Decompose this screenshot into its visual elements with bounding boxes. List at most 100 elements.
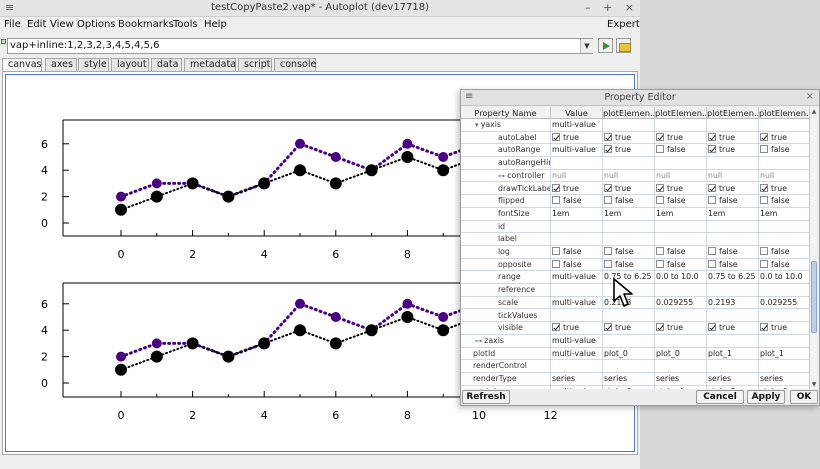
property-value-cell[interactable]: series	[759, 373, 811, 386]
checkbox[interactable]	[552, 247, 560, 255]
property-value-cell[interactable]: multi-value	[551, 119, 603, 132]
checkbox[interactable]	[656, 196, 664, 205]
checkbox[interactable]	[604, 259, 612, 268]
property-row[interactable]: ⊶ controller null null null null null	[461, 169, 811, 183]
checkbox[interactable]	[760, 145, 768, 154]
play-icon[interactable]	[598, 38, 613, 53]
checkbox[interactable]	[708, 196, 716, 205]
property-row[interactable]: id	[461, 220, 811, 234]
property-row[interactable]: ⊶ zaxis multi-value	[461, 334, 811, 348]
property-value-cell[interactable]: series	[603, 373, 655, 386]
property-value-cell[interactable]	[707, 233, 759, 246]
property-value-cell[interactable]: false	[603, 258, 655, 272]
checkbox[interactable]	[708, 247, 716, 255]
property-value-cell[interactable]	[551, 309, 603, 323]
property-value-cell[interactable]: true	[707, 144, 759, 158]
property-value-cell[interactable]: true	[603, 322, 655, 335]
property-value-cell[interactable]	[759, 220, 811, 234]
column-header-value[interactable]: Value	[551, 107, 603, 119]
property-value-cell[interactable]: multi-value	[551, 385, 603, 389]
checkbox[interactable]	[708, 183, 716, 192]
property-value-cell[interactable]	[759, 233, 811, 246]
property-value-cell[interactable]: plot_1	[759, 347, 811, 361]
checkbox[interactable]	[604, 323, 612, 332]
checkbox[interactable]	[656, 183, 664, 192]
property-value-cell[interactable]	[655, 309, 707, 323]
checkbox[interactable]	[552, 323, 560, 332]
property-value-cell[interactable]	[603, 309, 655, 323]
column-header-element-3[interactable]: plotElemen...	[707, 107, 759, 119]
menu-view[interactable]: View	[50, 19, 74, 30]
checkbox[interactable]	[604, 247, 612, 255]
property-value-cell[interactable]: false	[655, 144, 707, 158]
folder-icon[interactable]	[616, 38, 631, 53]
property-table[interactable]: Property Name Value plotElemen... plotEl…	[461, 107, 811, 389]
checkbox[interactable]	[760, 132, 768, 141]
property-row[interactable]: label	[461, 233, 811, 246]
property-value-cell[interactable]	[759, 360, 811, 373]
checkbox[interactable]	[552, 132, 560, 141]
property-value-cell[interactable]	[759, 309, 811, 323]
property-value-cell[interactable]	[707, 157, 759, 170]
property-value-cell[interactable]: true	[707, 131, 759, 145]
checkbox[interactable]	[656, 132, 664, 141]
property-table-scrollbar[interactable]: ▲ ▼	[809, 107, 818, 389]
checkbox[interactable]	[604, 145, 612, 154]
property-value-cell[interactable]: false	[707, 195, 759, 208]
scroll-up-icon[interactable]: ▲	[810, 107, 818, 116]
close-icon[interactable]: ×	[806, 91, 814, 102]
property-value-cell[interactable]: 0.029255	[655, 296, 707, 310]
property-value-cell[interactable]: true	[551, 182, 603, 196]
property-row[interactable]: visible true true true true true	[461, 322, 811, 335]
property-value-cell[interactable]: 0.2193	[707, 296, 759, 310]
property-value-cell[interactable]: true	[603, 144, 655, 158]
property-row[interactable]: autoLabel true true true true true	[461, 131, 811, 145]
property-value-cell[interactable]: multi-value	[551, 296, 603, 310]
tree-collapsed-icon[interactable]: ⊶	[473, 388, 482, 389]
property-value-cell[interactable]: false	[759, 144, 811, 158]
tab-data[interactable]: data	[151, 58, 182, 71]
property-row[interactable]: autoRangeHin	[461, 157, 811, 170]
checkbox[interactable]	[604, 183, 612, 192]
property-value-cell[interactable]	[707, 334, 759, 348]
property-value-cell[interactable]: series	[707, 373, 759, 386]
property-value-cell[interactable]: false	[759, 246, 811, 259]
property-value-cell[interactable]: plot_0	[655, 347, 707, 361]
property-value-cell[interactable]: true	[707, 182, 759, 196]
menu-edit[interactable]: Edit	[27, 19, 46, 30]
property-value-cell[interactable]: false	[655, 246, 707, 259]
property-value-cell[interactable]: null	[603, 169, 655, 183]
property-value-cell[interactable]: true	[551, 131, 603, 145]
property-value-cell[interactable]	[603, 360, 655, 373]
property-value-cell[interactable]: true	[655, 131, 707, 145]
refresh-button[interactable]: Refresh	[462, 390, 510, 404]
property-value-cell[interactable]: true	[603, 182, 655, 196]
chevron-down-icon[interactable]: ▼	[580, 39, 593, 53]
property-value-cell[interactable]: plot_1	[707, 347, 759, 361]
property-row[interactable]: ⊶ stylemulti-valuestyle_0style_4style_5s…	[461, 385, 811, 389]
maximize-button[interactable]: +	[603, 1, 612, 14]
column-header-element-1[interactable]: plotElemen...	[603, 107, 655, 119]
property-value-cell[interactable]	[707, 360, 759, 373]
property-row[interactable]: opposite false false false false false	[461, 258, 811, 272]
scroll-thumb[interactable]	[811, 261, 817, 333]
property-value-cell[interactable]: false	[551, 246, 603, 259]
checkbox[interactable]	[604, 196, 612, 205]
property-value-cell[interactable]: multi-value	[551, 334, 603, 348]
close-button[interactable]: ×	[625, 1, 634, 14]
property-value-cell[interactable]: false	[707, 258, 759, 272]
checkbox[interactable]	[708, 259, 716, 268]
tab-script[interactable]: script	[238, 58, 272, 71]
property-value-cell[interactable]	[551, 233, 603, 246]
property-value-cell[interactable]	[759, 119, 811, 132]
property-row[interactable]: flipped false false false false false	[461, 195, 811, 208]
tab-metadata[interactable]: metadata	[184, 58, 236, 71]
tree-collapsed-icon[interactable]: ⊶	[475, 337, 484, 345]
property-value-cell[interactable]	[655, 220, 707, 234]
property-value-cell[interactable]: true	[759, 322, 811, 335]
property-value-cell[interactable]	[551, 284, 603, 297]
property-value-cell[interactable]	[603, 119, 655, 132]
property-value-cell[interactable]: style_4	[655, 385, 707, 389]
menu-tools[interactable]: Tools	[173, 19, 198, 30]
property-value-cell[interactable]	[655, 284, 707, 297]
